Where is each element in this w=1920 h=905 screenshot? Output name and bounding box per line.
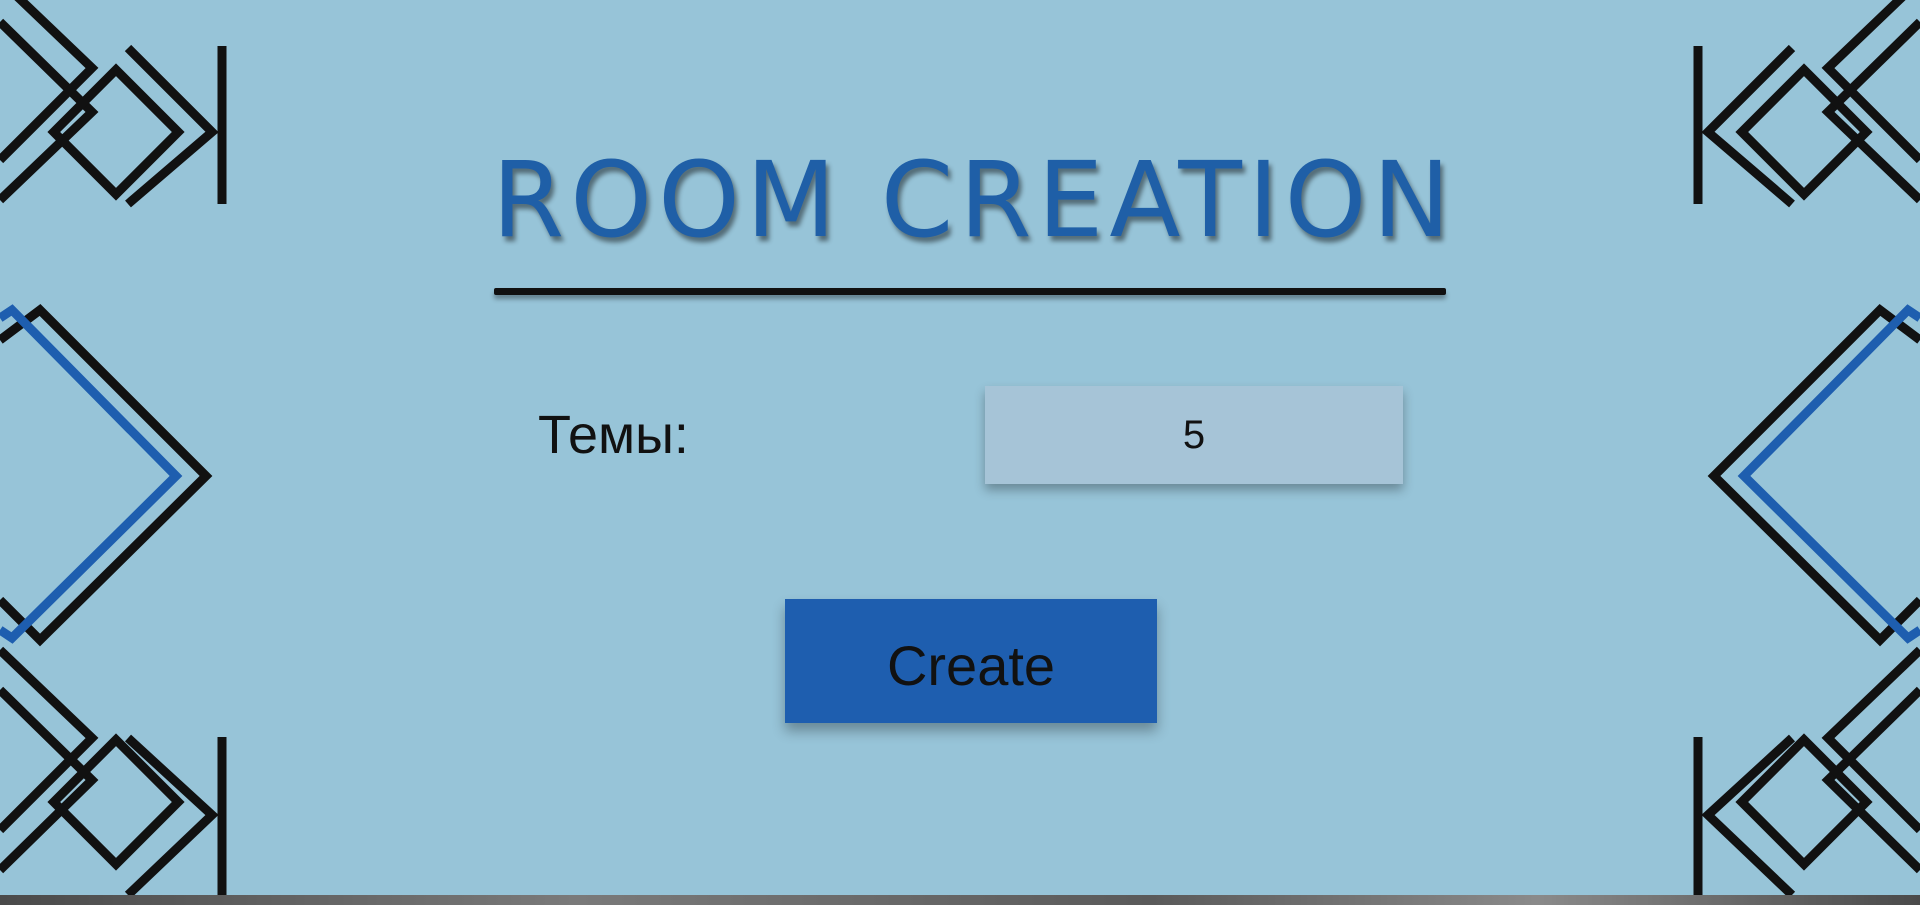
right-ornament-icon	[1680, 0, 1920, 895]
geometric-ornament-icon	[1693, 0, 1920, 895]
left-ornament-icon	[0, 0, 240, 895]
topics-label: Темы:	[538, 405, 689, 465]
title-underline	[494, 288, 1446, 295]
bottom-background-strip	[0, 895, 1920, 905]
create-button[interactable]: Create	[785, 599, 1157, 723]
page-title: ROOM CREATION	[492, 139, 1457, 261]
geometric-ornament-icon	[0, 0, 227, 895]
topics-input[interactable]	[985, 386, 1403, 484]
